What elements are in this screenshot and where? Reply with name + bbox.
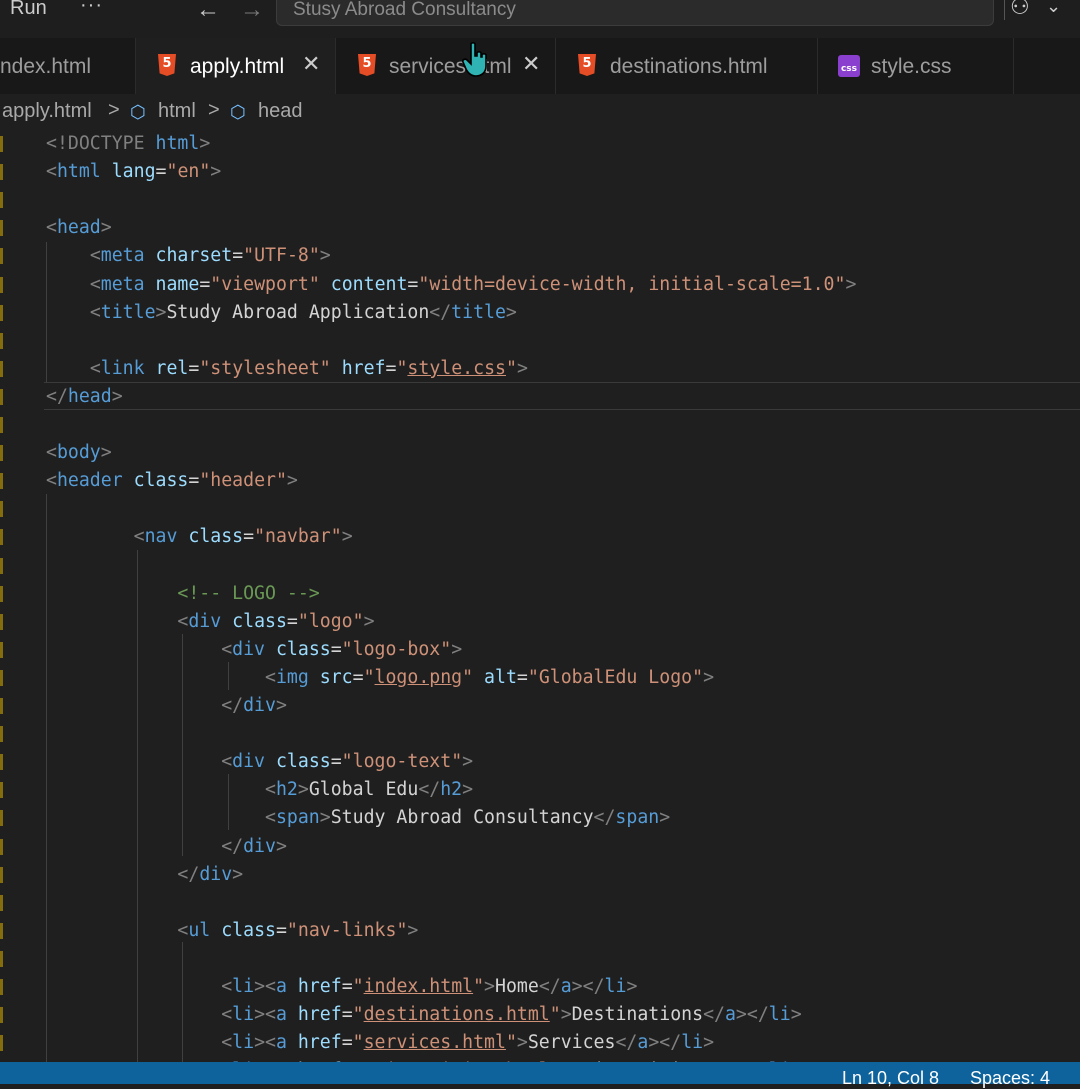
gutter-marker (0, 585, 3, 602)
css-icon: css (838, 55, 860, 77)
gutter-marker (0, 979, 3, 995)
gutter-marker (0, 388, 3, 405)
code-line[interactable]: </div> (46, 861, 243, 889)
gutter-marker (0, 1007, 3, 1024)
symbol-icon: ⬡ (230, 102, 246, 122)
gutter-marker (0, 754, 3, 771)
code-line[interactable]: <span>Study Abroad Consultancy</span> (46, 804, 670, 832)
run-menu[interactable]: Run (10, 0, 47, 20)
code-line[interactable]: <li><a href="index.html">Home</a></li> (46, 973, 637, 1001)
code-line[interactable]: </div> (46, 692, 287, 720)
search-text: Stusy Abroad Consultancy (293, 0, 516, 20)
breadcrumb-separator: > (208, 99, 220, 121)
hand-cursor-icon (462, 42, 487, 77)
gutter-marker (0, 276, 3, 293)
code-line[interactable]: <meta charset="UTF-8"> (46, 242, 331, 270)
code-line[interactable]: <ul class="nav-links"> (46, 917, 418, 945)
symbol-icon: ⬡ (130, 102, 146, 122)
tab-label: apply.html (190, 55, 285, 78)
code-line[interactable]: <!DOCTYPE html> (46, 132, 210, 158)
gutter-marker (0, 445, 3, 462)
tab-label: services.html (389, 55, 512, 78)
tab-label: style.css (871, 55, 952, 78)
arrow-left-icon[interactable]: ← (196, 0, 220, 24)
status-bar: Ln 10, Col 8 Spaces: 4 (0, 1062, 1080, 1088)
breadcrumb-file[interactable]: apply.html (2, 100, 92, 123)
code-line[interactable]: <div class="logo-text"> (46, 748, 473, 776)
tab-services[interactable]: 5 services.html ✕ (336, 38, 556, 94)
code-line[interactable]: <li><a href="destinations.html">Destinat… (46, 1001, 801, 1029)
code-line[interactable]: </head> (46, 383, 123, 411)
gutter-marker (0, 304, 3, 321)
gutter-marker (0, 698, 3, 714)
cursor-position[interactable]: Ln 10, Col 8 (842, 1068, 939, 1089)
gutter-marker (0, 473, 3, 490)
tab-style[interactable]: css style.css (818, 38, 1014, 94)
close-icon[interactable]: ✕ (522, 51, 540, 77)
gutter-marker (0, 950, 3, 967)
current-line-highlight (44, 382, 1080, 410)
gutter-marker (0, 866, 3, 883)
more-menu-button[interactable]: ··· (80, 0, 103, 17)
gutter-marker (0, 669, 3, 686)
code-line[interactable]: </div> (46, 833, 287, 861)
code-line[interactable]: <h2>Global Edu</h2> (46, 776, 473, 804)
breadcrumb-head[interactable]: head (258, 100, 303, 123)
gutter-marker (0, 810, 3, 827)
gutter-marker (0, 192, 3, 209)
breadcrumb: apply.html > ⬡ html > ⬡ head (0, 94, 1080, 132)
gutter-marker (0, 529, 3, 546)
gutter-marker (0, 248, 3, 265)
code-line[interactable]: <div class="logo-box"> (46, 636, 462, 664)
code-line[interactable]: <header class="header"> (46, 467, 298, 495)
breadcrumb-separator: > (108, 99, 120, 121)
gutter-marker (0, 360, 3, 377)
code-line[interactable]: <!-- LOGO --> (46, 580, 319, 608)
tab-index[interactable]: ndex.html (0, 38, 136, 94)
gutter-marker (0, 838, 3, 855)
title-bar: Run ··· ← → Stusy Abroad Consultancy ⚇ ⌄ (0, 0, 1080, 38)
arrow-right-icon[interactable]: → (240, 0, 264, 24)
editor-tabs: ndex.html 5 apply.html ✕ 5 services.html… (0, 38, 1080, 94)
chevron-down-icon[interactable]: ⌄ (1046, 0, 1061, 17)
gutter-marker (0, 894, 3, 911)
tab-apply[interactable]: 5 apply.html ✕ (136, 38, 336, 94)
gutter-marker (0, 417, 3, 433)
gutter-marker (0, 164, 3, 181)
html5-icon: 5 (578, 54, 596, 76)
divider (1004, 0, 1005, 20)
code-editor[interactable]: <!DOCTYPE html> <html lang="en"> <head> <m… (0, 132, 1080, 1062)
breadcrumb-html[interactable]: html (158, 100, 196, 123)
gutter-marker (0, 782, 3, 799)
tab-label: ndex.html (0, 55, 92, 78)
gutter-marker (0, 726, 3, 743)
copilot-icon[interactable]: ⚇ (1010, 0, 1030, 20)
gutter-marker (0, 641, 3, 658)
code-line[interactable]: <title>Study Abroad Application</title> (46, 299, 517, 327)
command-center-search[interactable]: Stusy Abroad Consultancy (276, 0, 994, 26)
html5-icon: 5 (158, 54, 176, 76)
code-line[interactable]: <img src="logo.png" alt="GlobalEdu Logo"… (46, 664, 714, 692)
code-line[interactable]: <li><a href="services.html">Services</a>… (46, 1029, 714, 1057)
gutter-marker (0, 613, 3, 630)
code-line[interactable]: <nav class="navbar"> (46, 523, 353, 551)
gutter-marker (0, 1035, 3, 1052)
html5-icon: 5 (358, 54, 376, 76)
code-line[interactable]: <html lang="en"> (46, 158, 221, 186)
close-icon[interactable]: ✕ (302, 51, 320, 77)
code-line[interactable]: <link rel="stylesheet" href="style.css"> (46, 355, 528, 383)
gutter-marker (0, 922, 3, 939)
code-line[interactable]: <body> (46, 439, 112, 467)
tab-label: destinations.html (610, 55, 768, 78)
gutter-marker (0, 136, 3, 152)
gutter-marker (0, 332, 3, 349)
indentation[interactable]: Spaces: 4 (970, 1068, 1050, 1089)
gutter-marker (0, 557, 3, 574)
gutter-marker (0, 220, 3, 237)
tab-destinations[interactable]: 5 destinations.html (556, 38, 818, 94)
code-line[interactable]: <meta name="viewport" content="width=dev… (46, 271, 857, 299)
gutter-marker (0, 501, 3, 518)
code-line[interactable]: <div class="logo"> (46, 608, 374, 636)
code-line[interactable]: <head> (46, 214, 112, 242)
